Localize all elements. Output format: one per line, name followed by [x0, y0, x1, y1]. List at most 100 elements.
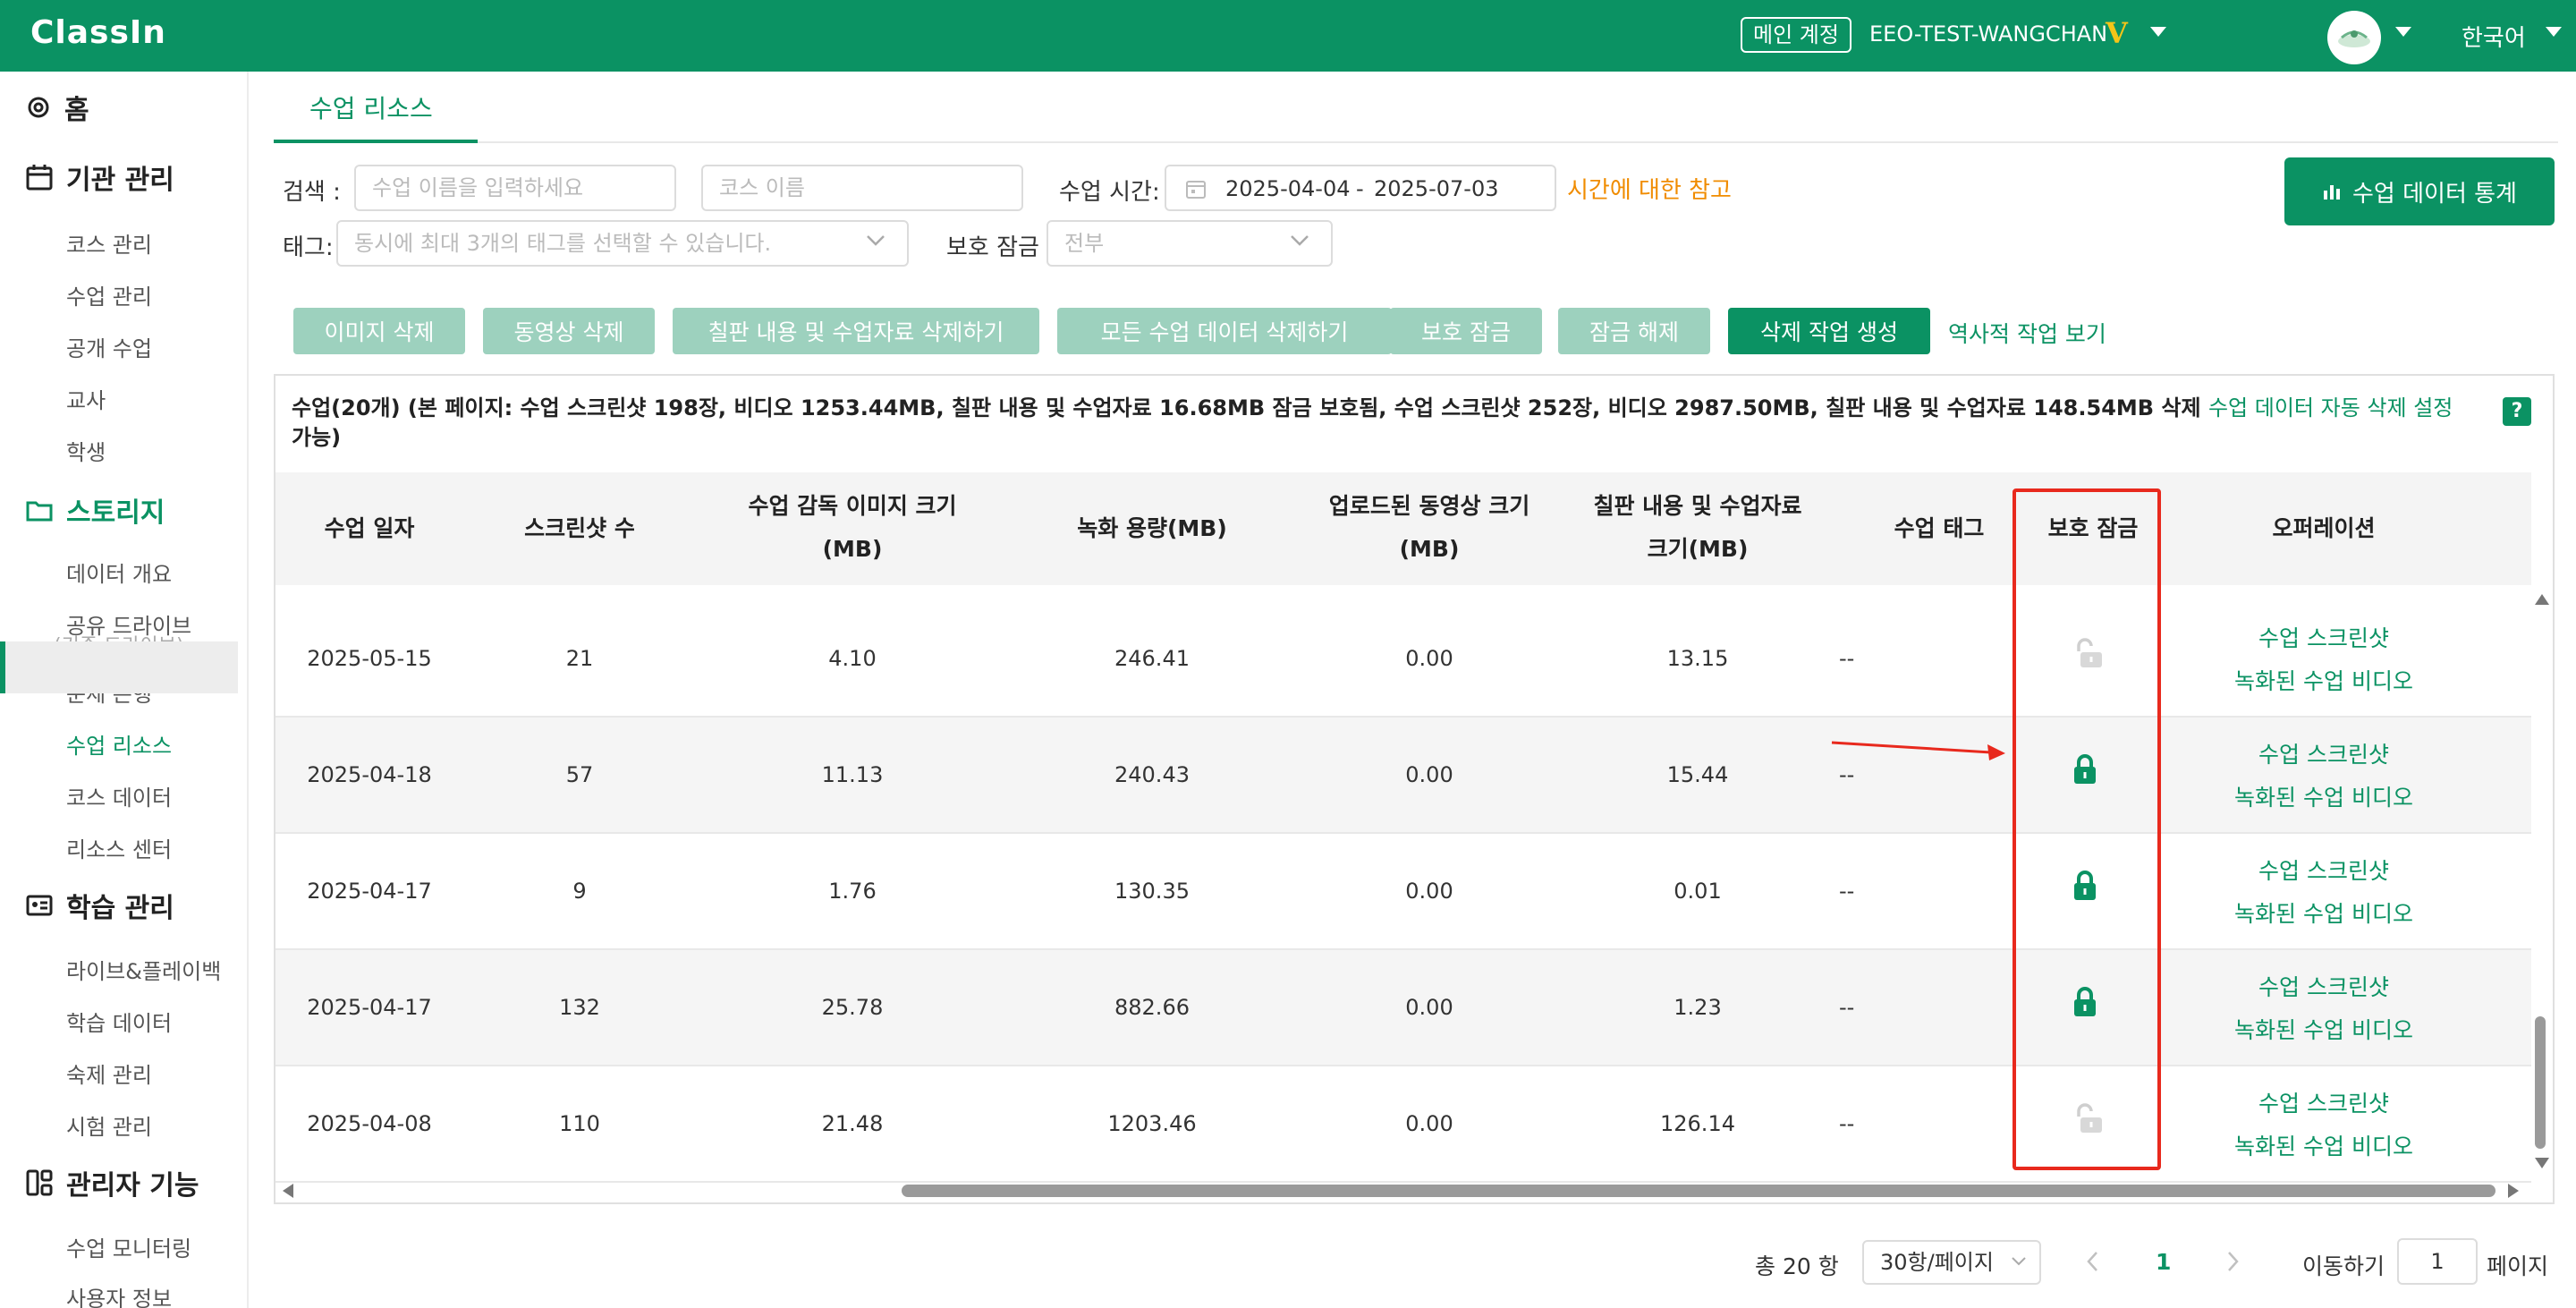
sidebar-active-indicator	[0, 641, 238, 693]
sidebar-item-live-playback[interactable]: 라이브&플레이백	[66, 954, 221, 985]
bar-chart-icon	[2324, 185, 2340, 200]
delete-videos-button[interactable]: 동영상 삭제	[483, 308, 655, 354]
tab-lesson-resources[interactable]: 수업 리소스	[309, 89, 433, 125]
lesson-stats-button[interactable]: 수업 데이터 통계	[2284, 157, 2555, 225]
cell-rec: 130.35	[1114, 879, 1190, 904]
sidebar-item-user-info[interactable]: 사용자 정보	[66, 1281, 172, 1308]
sidebar-item-course-data[interactable]: 코스 데이터	[66, 780, 172, 811]
course-name-input[interactable]: 코스 이름	[701, 165, 1023, 211]
col-uploaded-video: 업로드된 동영상 크기 (MB)	[1295, 485, 1563, 571]
sidebar-section-storage[interactable]: 스토리지	[25, 490, 165, 530]
protect-lock-button[interactable]: 보호 잠금	[1390, 308, 1542, 354]
cell-rec: 246.41	[1114, 646, 1190, 671]
unlock-button[interactable]: 잠금 해제	[1558, 308, 1710, 354]
language-dropdown-icon[interactable]	[2546, 27, 2562, 37]
view-recorded-video-link[interactable]: 녹화된 수업 비디오	[2207, 1129, 2440, 1161]
cell-tag: --	[1839, 646, 1855, 671]
view-recorded-video-link[interactable]: 녹화된 수업 비디오	[2207, 664, 2440, 696]
summary-text: 수업(20개) (본 페이지: 수업 스크린샷 198장, 비디오 1253.4…	[292, 394, 2474, 453]
view-recorded-video-link[interactable]: 녹화된 수업 비디오	[2207, 896, 2440, 929]
sidebar-item-teachers[interactable]: 교사	[66, 383, 106, 414]
table-row: 2025-05-15 21 4.10 246.41 0.00 13.15 -- 수업 스크린샷…	[275, 601, 2531, 718]
sidebar-section-label: 학습 관리	[66, 893, 174, 924]
chevron-down-icon	[2012, 1257, 2026, 1266]
sidebar-item-resource-center[interactable]: 리소스 센터	[66, 832, 172, 863]
view-screenshots-link[interactable]: 수업 스크린샷	[2207, 1086, 2440, 1118]
time-note-link[interactable]: 시간에 대한 참고	[1567, 172, 1732, 205]
next-page-icon[interactable]	[2225, 1251, 2240, 1272]
auto-delete-settings-link[interactable]: 수업 데이터 자동 삭제 설정	[2208, 395, 2453, 420]
cell-screens: 21	[565, 646, 594, 671]
view-history-tasks-link[interactable]: 역사적 작업 보기	[1948, 317, 2106, 349]
sidebar-item-homework[interactable]: 숙제 관리	[66, 1057, 152, 1089]
language-selector[interactable]: 한국어	[2462, 20, 2526, 53]
cell-rec: 882.66	[1114, 995, 1190, 1020]
sidebar-section-label: 기관 관리	[66, 165, 174, 196]
goto-page-input[interactable]: 1	[2397, 1238, 2478, 1285]
lesson-name-input[interactable]: 수업 이름을 입력하세요	[354, 165, 676, 211]
delete-board-materials-button[interactable]: 칠판 내용 및 수업자료 삭제하기	[673, 308, 1039, 354]
cell-date: 2025-04-17	[307, 995, 432, 1020]
view-screenshots-link[interactable]: 수업 스크린샷	[2207, 970, 2440, 1002]
sidebar-item-course-manage[interactable]: 코스 관리	[66, 227, 152, 259]
table-header: 수업 일자 스크린샷 수 수업 감독 이미지 크기 (MB) 녹화 용량(MB) …	[275, 472, 2531, 585]
cell-screens: 57	[565, 762, 594, 787]
cell-board: 126.14	[1660, 1111, 1735, 1136]
horizontal-scrollbar[interactable]	[902, 1185, 2496, 1197]
create-delete-task-button[interactable]: 삭제 작업 생성	[1728, 308, 1930, 354]
prev-page-icon[interactable]	[2086, 1251, 2100, 1272]
summary-line2: 가능)	[292, 425, 342, 450]
account-dropdown-icon[interactable]	[2150, 27, 2166, 37]
sidebar-item-exam[interactable]: 시험 관리	[66, 1109, 152, 1141]
view-recorded-video-link[interactable]: 녹화된 수업 비디오	[2207, 780, 2440, 812]
avatar-dropdown-icon[interactable]	[2395, 27, 2411, 37]
col-board-size: 칠판 내용 및 수업자료 크기(MB)	[1563, 485, 1832, 571]
sidebar-item-data-overview[interactable]: 데이터 개요	[66, 556, 172, 588]
scroll-left-icon[interactable]	[283, 1184, 293, 1198]
col-image-size-line2: (MB)	[822, 536, 883, 562]
scroll-right-icon[interactable]	[2508, 1184, 2519, 1198]
sidebar-item-students[interactable]: 학생	[66, 435, 106, 466]
date-end[interactable]: 2025-07-03	[1374, 176, 1498, 201]
view-recorded-video-link[interactable]: 녹화된 수업 비디오	[2207, 1013, 2440, 1045]
delete-images-button[interactable]: 이미지 삭제	[293, 308, 465, 354]
sidebar-item-lesson-resources[interactable]: 수업 리소스	[66, 728, 172, 760]
id-card-icon	[26, 895, 53, 916]
avatar[interactable]	[2327, 11, 2381, 64]
cell-rec: 240.43	[1114, 762, 1190, 787]
scroll-up-icon[interactable]	[2535, 594, 2549, 605]
total-count: 총 20 항	[1755, 1253, 1839, 1279]
account-name[interactable]: EEO-TEST-WANGCHAN	[1869, 21, 2107, 47]
sidebar-home[interactable]: 홈	[25, 88, 89, 127]
sidebar-item-learning-data[interactable]: 학습 데이터	[66, 1006, 172, 1037]
sidebar-section-org[interactable]: 기관 관리	[25, 157, 174, 197]
date-start[interactable]: 2025-04-04	[1225, 176, 1350, 201]
cell-img: 1.76	[828, 879, 877, 904]
annotation-arrow-icon	[1831, 741, 2005, 760]
help-icon[interactable]: ?	[2503, 397, 2531, 426]
vip-icon: V	[2106, 16, 2128, 50]
sidebar-section-learning[interactable]: 학습 관리	[25, 886, 174, 925]
current-page[interactable]: 1	[2156, 1249, 2171, 1275]
view-screenshots-link[interactable]: 수업 스크린샷	[2207, 621, 2440, 653]
date-separator: -	[1356, 176, 1364, 201]
view-screenshots-link[interactable]: 수업 스크린샷	[2207, 854, 2440, 886]
cell-rec: 1203.46	[1107, 1111, 1197, 1136]
col-uploaded-video-line2: (MB)	[1399, 536, 1460, 562]
chevron-down-icon	[1291, 235, 1309, 246]
delete-all-data-button[interactable]: 모든 수업 데이터 삭제하기	[1057, 308, 1392, 354]
classin-logo[interactable]: ClassIn	[30, 14, 166, 51]
admin-tools-icon	[26, 1169, 53, 1196]
scroll-down-icon[interactable]	[2535, 1158, 2549, 1168]
sidebar-item-lesson-manage[interactable]: 수업 관리	[66, 279, 152, 310]
sidebar-section-admin[interactable]: 관리자 기능	[25, 1163, 199, 1202]
sidebar-item-open-lesson[interactable]: 공개 수업	[66, 331, 152, 362]
cell-upload: 0.00	[1405, 762, 1453, 787]
tag-select[interactable]: 동시에 최대 3개의 태그를 선택할 수 있습니다.	[336, 220, 909, 267]
vertical-scrollbar[interactable]	[2535, 1016, 2546, 1149]
top-bar: ClassIn 메인 계정 EEO-TEST-WANGCHAN V 한국어	[0, 0, 2576, 72]
col-operations: 오퍼레이션	[2272, 515, 2376, 541]
view-screenshots-link[interactable]: 수업 스크린샷	[2207, 737, 2440, 769]
sidebar-item-lesson-monitor[interactable]: 수업 모니터링	[66, 1231, 191, 1262]
col-recording: 녹화 용량(MB)	[1077, 515, 1227, 541]
